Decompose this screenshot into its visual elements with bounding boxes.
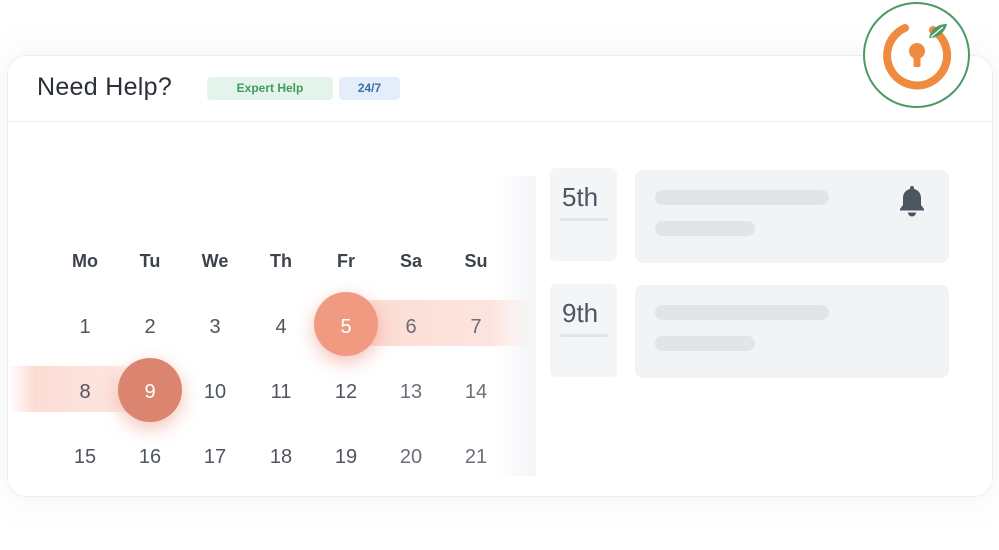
- event-card[interactable]: [635, 170, 949, 263]
- date-underline: [560, 334, 608, 337]
- skeleton-line: [655, 305, 829, 320]
- events-panel: 5th 9th: [550, 168, 950, 413]
- calendar-day[interactable]: 1: [55, 316, 115, 339]
- brand-logo: [863, 2, 970, 108]
- keyhole-power-icon: [883, 24, 952, 90]
- calendar-day[interactable]: 11: [251, 381, 311, 404]
- calendar-day[interactable]: 15: [55, 446, 115, 469]
- calendar-day[interactable]: 12: [316, 381, 376, 404]
- weekday-header: Mo: [72, 251, 98, 271]
- calendar: Mo Tu We Th Fr Sa Su 1 2 3 4 5 6 7 8 9 1…: [8, 176, 536, 486]
- weekday-header: Sa: [399, 251, 423, 271]
- event-card[interactable]: [635, 285, 949, 378]
- weekday-header: Th: [270, 251, 292, 271]
- page-title: Need Help?: [37, 73, 173, 101]
- calendar-day-selected[interactable]: 9: [120, 381, 180, 404]
- event-date: 9th: [550, 284, 617, 377]
- bell-icon[interactable]: [897, 184, 927, 223]
- calendar-day[interactable]: 6: [381, 316, 441, 339]
- calendar-day[interactable]: 10: [185, 381, 245, 404]
- weekday-header: Tu: [139, 251, 161, 271]
- calendar-day[interactable]: 21: [446, 446, 506, 469]
- calendar-day[interactable]: 8: [55, 381, 115, 404]
- calendar-day-selected[interactable]: 5: [316, 316, 376, 339]
- calendar-day[interactable]: 18: [251, 446, 311, 469]
- calendar-day[interactable]: 17: [185, 446, 245, 469]
- weekday-header: We: [201, 251, 229, 271]
- weekday-header: Su: [464, 251, 488, 271]
- calendar-day[interactable]: 7: [446, 316, 506, 339]
- event-date-label: 9th: [562, 298, 599, 328]
- help-card: Need Help? Expert Help 24/7 Mo Tu We Th …: [8, 56, 992, 496]
- calendar-day[interactable]: 16: [120, 446, 180, 469]
- calendar-day[interactable]: 2: [120, 316, 180, 339]
- card-header: Need Help? Expert Help 24/7: [8, 56, 992, 122]
- availability-badge: 24/7: [339, 77, 400, 100]
- skeleton-line: [655, 336, 755, 351]
- calendar-day[interactable]: 14: [446, 381, 506, 404]
- event-date-label: 5th: [562, 182, 599, 212]
- skeleton-line: [655, 190, 829, 205]
- calendar-day[interactable]: 4: [251, 316, 311, 339]
- weekday-header: Fr: [337, 251, 355, 271]
- calendar-day[interactable]: 19: [316, 446, 376, 469]
- date-underline: [560, 218, 608, 221]
- expert-help-badge: Expert Help: [207, 77, 333, 100]
- skeleton-line: [655, 221, 755, 236]
- calendar-day[interactable]: 13: [381, 381, 441, 404]
- calendar-day[interactable]: 20: [381, 446, 441, 469]
- calendar-day[interactable]: 3: [185, 316, 245, 339]
- event-date: 5th: [550, 168, 617, 261]
